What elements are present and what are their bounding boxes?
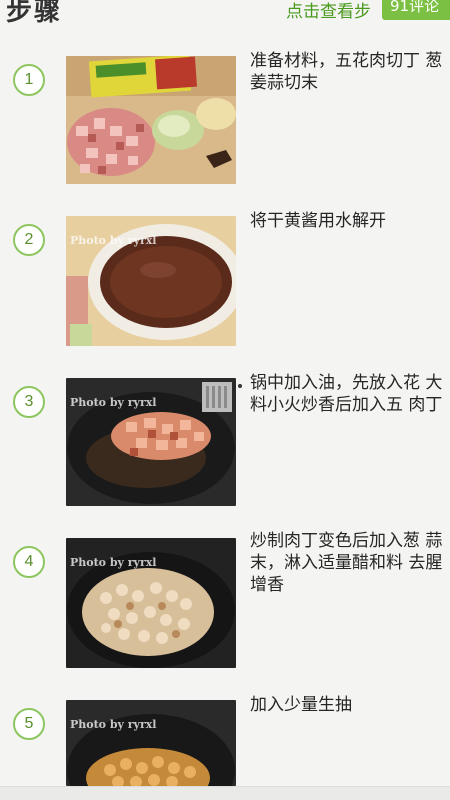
photo-watermark: Photo by ryrxl <box>70 234 157 247</box>
sauce-bowl-photo[interactable]: Photo by ryrxl <box>66 216 236 346</box>
comments-button[interactable]: 91评论 <box>382 0 450 20</box>
step-number-badge: 1 <box>13 64 45 96</box>
view-steps-link[interactable]: 点击查看步 <box>286 0 371 22</box>
step-number-badge: 3 <box>13 386 45 418</box>
photo-watermark: Photo by ryrxl <box>70 396 157 409</box>
bullet-dot <box>238 384 242 388</box>
step-description: 加入少量生抽 <box>250 695 352 715</box>
photo-watermark: Photo by ryrxl <box>70 718 157 731</box>
step-description: 准备材料，五花肉切丁 葱姜蒜切末 <box>250 51 443 93</box>
step-description: 锅中加入油，先放入花 大料小火炒香后加入五 肉丁 <box>250 373 443 415</box>
bottom-toolbar <box>0 786 450 800</box>
page-header: 步骤 点击查看步 91评论 <box>0 0 450 27</box>
photo-watermark: Photo by ryrxl <box>70 556 157 569</box>
wok-meat-photo[interactable]: Photo by ryrxl <box>66 378 236 506</box>
step-number-badge: 4 <box>13 546 45 578</box>
step-number-badge: 5 <box>13 708 45 740</box>
page-title: 步骤 <box>6 0 63 27</box>
stir-fry-photo[interactable]: Photo by ryrxl <box>66 538 236 668</box>
soy-sauce-photo[interactable]: Photo by ryrxl <box>66 700 236 786</box>
ingredients-photo[interactable] <box>66 56 236 184</box>
step-description: 将干黄酱用水解开 <box>250 211 386 231</box>
step-number-badge: 2 <box>13 224 45 256</box>
step-description: 炒制肉丁变色后加入葱 蒜末，淋入适量醋和料 去腥增香 <box>250 531 443 595</box>
